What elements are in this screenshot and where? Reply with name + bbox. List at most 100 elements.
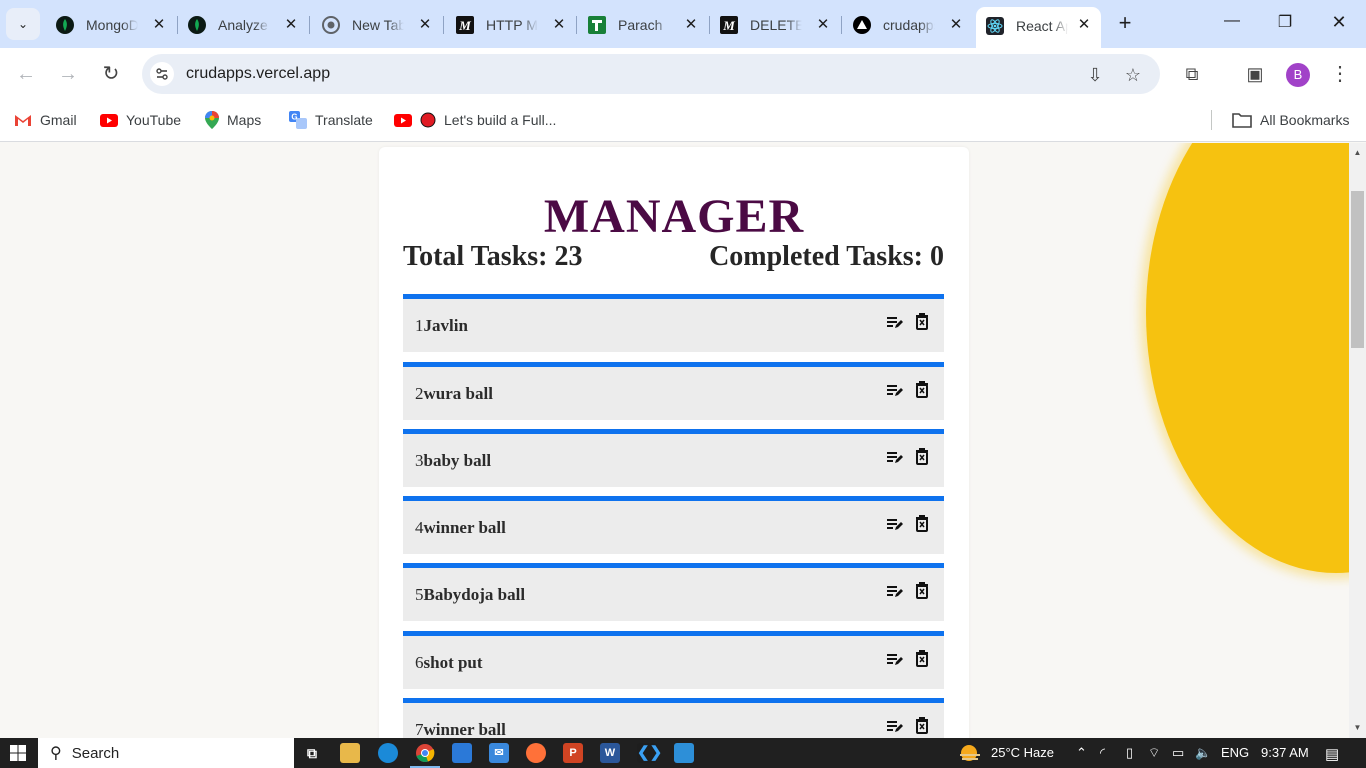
chrome-taskbar-icon[interactable] [415, 743, 435, 763]
close-tab-icon[interactable]: ✕ [814, 15, 832, 33]
close-tab-icon[interactable]: ✕ [150, 15, 168, 33]
reload-button[interactable]: ↻ [99, 62, 123, 86]
task-text: Babydoja ball [423, 585, 526, 604]
clock[interactable]: 9:37 AM [1261, 745, 1309, 760]
volume-icon[interactable]: 🔈 [1195, 745, 1211, 761]
task-item[interactable]: 3baby ball [403, 429, 944, 487]
translate-icon: G [289, 111, 307, 129]
device-icon[interactable]: ▯ [1126, 745, 1133, 761]
tab-new-tab[interactable]: New Tab ✕ [312, 8, 442, 41]
bookmark-youtube[interactable]: YouTube [100, 109, 181, 131]
scroll-up-icon[interactable]: ▲ [1353, 148, 1362, 157]
profile-avatar[interactable]: B [1286, 63, 1310, 87]
close-icon: ✕ [1331, 12, 1347, 32]
forward-button[interactable]: → [56, 62, 80, 86]
battery-icon[interactable]: ▭ [1172, 745, 1184, 761]
notification-icon[interactable]: ▤ [1325, 745, 1339, 763]
trash-icon[interactable] [914, 716, 930, 734]
edit-icon[interactable] [886, 313, 904, 331]
medium-icon: M [720, 15, 738, 34]
close-tab-icon[interactable]: ✕ [282, 15, 300, 33]
close-tab-icon[interactable]: ✕ [682, 15, 700, 33]
trash-icon[interactable] [914, 380, 930, 398]
edit-icon[interactable] [886, 515, 904, 533]
task-view-icon[interactable]: ⧉ [302, 743, 322, 763]
arrow-right-icon: → [58, 63, 78, 85]
store-icon[interactable] [452, 743, 472, 763]
chevron-up-icon[interactable]: ⌃ [1076, 745, 1087, 761]
task-item[interactable]: 1Javlin [403, 294, 944, 352]
weather-text[interactable]: 25°C Haze [991, 745, 1054, 760]
minimize-button[interactable]: — [1217, 12, 1247, 30]
scroll-down-icon[interactable]: ▼ [1353, 723, 1362, 732]
language-indicator[interactable]: ENG [1221, 745, 1249, 760]
all-bookmarks-button[interactable]: All Bookmarks [1232, 109, 1349, 131]
vscode-icon[interactable]: ❮❯ [637, 743, 662, 763]
tab-http-methods[interactable]: M HTTP Methods ✕ [446, 8, 576, 41]
page-scrollbar[interactable]: ▲ ▼ [1349, 143, 1366, 738]
extensions-icon[interactable]: ⧉ [1180, 62, 1204, 86]
close-tab-icon[interactable]: ✕ [947, 15, 965, 33]
word-icon[interactable]: W [600, 743, 620, 763]
edit-icon[interactable] [886, 650, 904, 668]
edge-icon[interactable] [378, 743, 398, 763]
close-tab-icon[interactable]: ✕ [1075, 15, 1093, 33]
tab-react-app[interactable]: React App ✕ [976, 7, 1101, 48]
trash-icon[interactable] [914, 514, 930, 532]
tab-search-button[interactable]: ⌄ [6, 8, 40, 40]
bookmark-star-icon[interactable]: ☆ [1122, 64, 1144, 86]
mail-icon[interactable]: ✉ [489, 743, 509, 763]
tab-delete[interactable]: M DELETE ✕ [710, 8, 840, 41]
close-tab-icon[interactable]: ✕ [416, 15, 434, 33]
task-item[interactable]: 6shot put [403, 631, 944, 689]
mongodb-leaf-icon [56, 15, 74, 34]
trash-icon[interactable] [914, 312, 930, 330]
browser-toolbar: ← → ↻ crudapps.vercel.app ⇩ ☆ ⧉ ▣ B ⋮ [0, 48, 1366, 100]
trash-icon[interactable] [914, 581, 930, 599]
wifi-icon[interactable]: ⌔ [1148, 745, 1160, 761]
bookmark-lets-build[interactable]: Let's build a Full... [394, 109, 556, 131]
task-item[interactable]: 2wura ball [403, 362, 944, 420]
edit-icon[interactable] [886, 582, 904, 600]
back-button[interactable]: ← [14, 62, 38, 86]
tab-analyze[interactable]: Analyze ✕ [178, 8, 308, 41]
photos-icon[interactable] [674, 743, 694, 763]
close-tab-icon[interactable]: ✕ [550, 15, 568, 33]
more-menu-icon[interactable]: ⋮ [1328, 62, 1352, 86]
arrow-left-icon: ← [16, 63, 36, 85]
trash-icon[interactable] [914, 649, 930, 667]
svg-text:M: M [458, 18, 471, 33]
edit-icon[interactable] [886, 448, 904, 466]
new-tab-button[interactable]: + [1113, 11, 1137, 35]
file-explorer-icon[interactable] [340, 743, 360, 763]
tab-title: DELETE [750, 16, 802, 33]
scrollbar-thumb[interactable] [1351, 191, 1364, 348]
side-panel-icon[interactable]: ▣ [1243, 62, 1267, 86]
windows-start-icon[interactable] [10, 745, 26, 761]
restore-button[interactable]: ❐ [1270, 12, 1300, 32]
bookmarks-bar: Gmail YouTube Maps G Translate Let's bui… [0, 100, 1366, 142]
firefox-icon[interactable] [526, 743, 546, 763]
tab-crudapps[interactable]: crudapps ✕ [843, 8, 973, 41]
bookmark-translate[interactable]: G Translate [289, 109, 373, 131]
bookmark-maps[interactable]: Maps [205, 109, 261, 131]
install-app-icon[interactable]: ⇩ [1084, 64, 1106, 86]
edit-icon[interactable] [886, 717, 904, 735]
task-number: 7 [415, 720, 424, 738]
trash-icon[interactable] [914, 447, 930, 465]
address-bar[interactable]: crudapps.vercel.app ⇩ ☆ [142, 54, 1160, 94]
edit-icon[interactable] [886, 381, 904, 399]
tab-mongodb[interactable]: MongoDB ✕ [46, 8, 176, 41]
bookmark-gmail[interactable]: Gmail [14, 109, 77, 131]
site-info-icon[interactable] [150, 62, 174, 86]
tab-parach[interactable]: Parach ✕ [578, 8, 708, 41]
task-item[interactable]: 4winner ball [403, 496, 944, 554]
network-icon[interactable]: ◜ [1100, 745, 1105, 761]
task-text: winner ball [423, 720, 506, 738]
taskbar-search[interactable]: ⚲ Search [38, 738, 294, 768]
close-window-button[interactable]: ✕ [1324, 12, 1354, 33]
task-item[interactable]: 5Babydoja ball [403, 563, 944, 621]
url-text: crudapps.vercel.app [186, 65, 331, 82]
powerpoint-icon[interactable]: P [563, 743, 583, 763]
task-item[interactable]: 7winner ball [403, 698, 944, 738]
